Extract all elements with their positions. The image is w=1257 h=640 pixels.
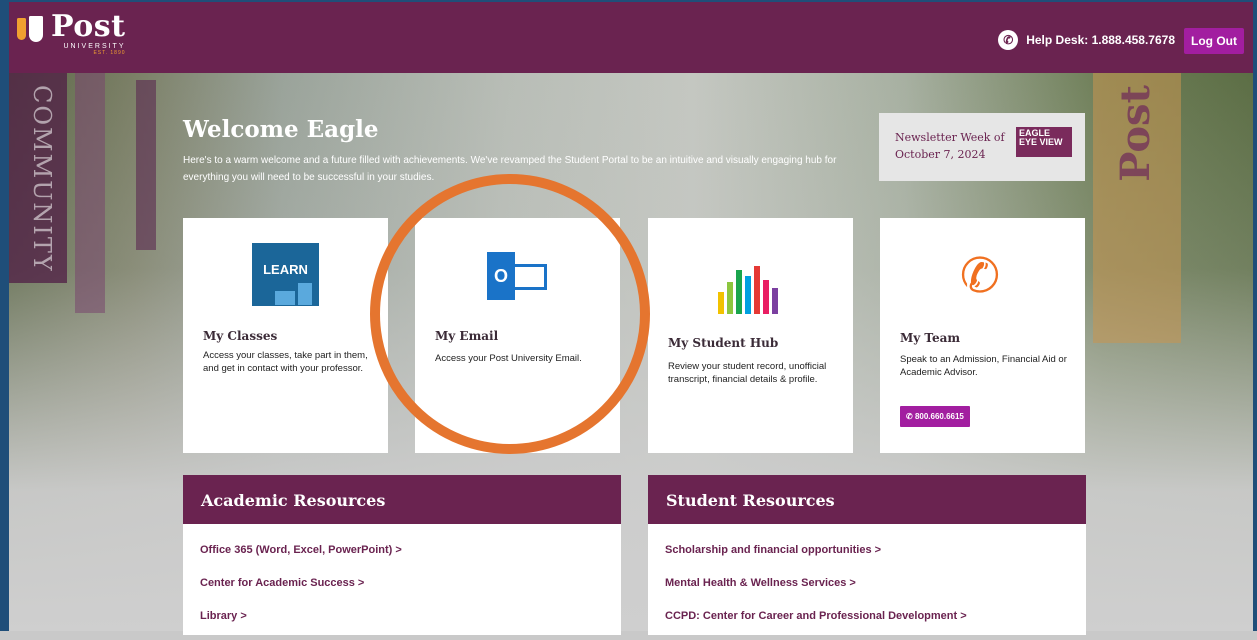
link-office-365[interactable]: Office 365 (Word, Excel, PowerPoint) >	[200, 541, 621, 574]
phone-icon: ✆	[998, 30, 1019, 50]
link-library[interactable]: Library >	[200, 607, 621, 640]
team-phone-button[interactable]: ✆ 800.660.6615	[900, 406, 970, 427]
newsletter-card[interactable]: Newsletter Week of October 7, 2024 EAGLE…	[879, 113, 1085, 181]
card-title: My Email	[435, 329, 499, 343]
help-desk-label: Help Desk: 1.888.458.7678	[1026, 33, 1175, 47]
learn-icon: LEARN	[252, 243, 319, 306]
link-scholarship[interactable]: Scholarship and financial opportunities …	[665, 541, 1086, 574]
phone-icon: ✆	[959, 250, 1001, 303]
top-header: Post UNIVERSITY EST. 1890 ✆ Help Desk: 1…	[0, 0, 1257, 73]
student-resources-panel: Student Resources Scholarship and financ…	[648, 475, 1086, 635]
card-description: Review your student record, unofficial t…	[668, 361, 827, 385]
logo-name: Post	[51, 9, 126, 44]
card-my-email[interactable]: O My Email Access your Post University E…	[415, 218, 620, 453]
card-my-student-hub[interactable]: My Student Hub Review your student recor…	[648, 218, 853, 453]
post-banner-text: Post	[1112, 85, 1159, 182]
community-banner-text: COMMUNITY	[28, 85, 56, 273]
card-description: Access your Post University Email.	[435, 353, 582, 364]
card-description: Speak to an Admission, Financial Aid or …	[900, 354, 1067, 378]
card-title: My Classes	[203, 329, 278, 343]
logo-sub: UNIVERSITY	[63, 43, 126, 50]
team-phone-label: 800.660.6615	[914, 412, 964, 421]
card-description: Access your classes, take part in them, …	[203, 350, 368, 374]
welcome-text: Here's to a warm welcome and a future fi…	[183, 155, 837, 183]
card-title: My Team	[900, 331, 961, 345]
student-resources-heading: Student Resources	[648, 475, 1086, 524]
bar-chart-icon	[718, 266, 788, 314]
outlook-icon: O	[487, 252, 551, 302]
card-my-team[interactable]: ✆ My Team Speak to an Admission, Financi…	[880, 218, 1085, 453]
logout-button[interactable]: Log Out	[1184, 28, 1244, 54]
page-title: Welcome Eagle	[183, 116, 379, 143]
academic-resources-heading: Academic Resources	[183, 475, 621, 524]
banner-decoration	[75, 73, 105, 313]
logo-mark-icon	[17, 12, 45, 46]
link-mental-health[interactable]: Mental Health & Wellness Services >	[665, 574, 1086, 607]
newsletter-label: Newsletter Week of October 7, 2024	[895, 131, 1005, 161]
help-desk[interactable]: ✆ Help Desk: 1.888.458.7678	[998, 30, 1175, 50]
card-my-classes[interactable]: LEARN My Classes Access your classes, ta…	[183, 218, 388, 453]
link-ccpd[interactable]: CCPD: Center for Career and Professional…	[665, 607, 1086, 640]
banner-decoration	[136, 80, 156, 250]
post-university-logo[interactable]: Post UNIVERSITY EST. 1890	[17, 12, 126, 56]
academic-resources-panel: Academic Resources Office 365 (Word, Exc…	[183, 475, 621, 635]
eagle-eye-view-logo: EAGLE EYE VIEW	[1016, 127, 1072, 157]
card-title: My Student Hub	[668, 336, 779, 350]
link-center-academic-success[interactable]: Center for Academic Success >	[200, 574, 621, 607]
logo-est: EST. 1890	[93, 50, 126, 56]
